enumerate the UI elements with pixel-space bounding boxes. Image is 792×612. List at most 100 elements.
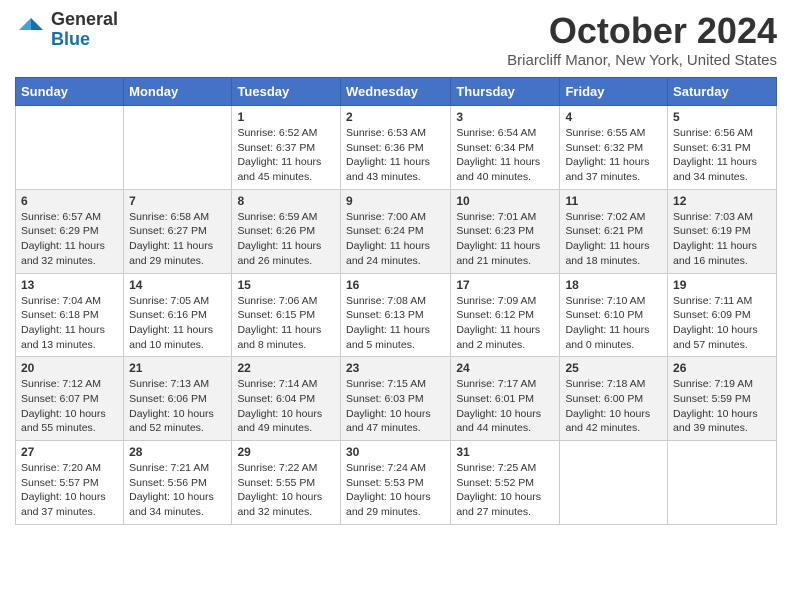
day-number: 29 bbox=[237, 445, 335, 459]
day-number: 28 bbox=[129, 445, 226, 459]
day-info: Sunrise: 7:12 AM Sunset: 6:07 PM Dayligh… bbox=[21, 377, 118, 436]
calendar-cell bbox=[124, 106, 232, 190]
title-block: October 2024 Briarcliff Manor, New York,… bbox=[507, 10, 777, 69]
weekday-header-wednesday: Wednesday bbox=[340, 78, 450, 106]
week-row-3: 13 Sunrise: 7:04 AM Sunset: 6:18 PM Dayli… bbox=[16, 273, 777, 357]
logo-blue: Blue bbox=[51, 30, 118, 50]
weekday-header-monday: Monday bbox=[124, 78, 232, 106]
week-row-1: 1Sunrise: 6:52 AM Sunset: 6:37 PM Daylig… bbox=[16, 106, 777, 190]
day-number: 15 bbox=[237, 278, 335, 292]
calendar-cell: 13 Sunrise: 7:04 AM Sunset: 6:18 PM Dayli… bbox=[16, 273, 124, 357]
logo-general: General bbox=[51, 10, 118, 30]
calendar-cell: 1Sunrise: 6:52 AM Sunset: 6:37 PM Daylig… bbox=[232, 106, 341, 190]
day-number: 16 bbox=[346, 278, 445, 292]
day-number: 10 bbox=[456, 194, 554, 208]
day-info: Sunrise: 7:15 AM Sunset: 6:03 PM Dayligh… bbox=[346, 377, 445, 436]
day-info: Sunrise: 6:54 AM Sunset: 6:34 PM Dayligh… bbox=[456, 126, 554, 185]
calendar-cell bbox=[16, 106, 124, 190]
day-number: 7 bbox=[129, 194, 226, 208]
calendar-cell: 19 Sunrise: 7:11 AM Sunset: 6:09 PM Dayli… bbox=[668, 273, 777, 357]
day-number: 5 bbox=[673, 110, 771, 124]
calendar-cell bbox=[560, 441, 668, 525]
day-number: 14 bbox=[129, 278, 226, 292]
calendar-cell: 30 Sunrise: 7:24 AM Sunset: 5:53 PM Dayli… bbox=[340, 441, 450, 525]
day-info: Sunrise: 6:58 AM Sunset: 6:27 PM Dayligh… bbox=[129, 210, 226, 269]
weekday-header-sunday: Sunday bbox=[16, 78, 124, 106]
weekday-header-friday: Friday bbox=[560, 78, 668, 106]
calendar-cell: 16 Sunrise: 7:08 AM Sunset: 6:13 PM Dayli… bbox=[340, 273, 450, 357]
day-number: 12 bbox=[673, 194, 771, 208]
day-info: Sunrise: 7:03 AM Sunset: 6:19 PM Dayligh… bbox=[673, 210, 771, 269]
logo-icon bbox=[15, 14, 47, 46]
calendar-cell: 18Sunrise: 7:10 AM Sunset: 6:10 PM Dayli… bbox=[560, 273, 668, 357]
calendar-cell: 29Sunrise: 7:22 AM Sunset: 5:55 PM Dayli… bbox=[232, 441, 341, 525]
calendar-cell: 17Sunrise: 7:09 AM Sunset: 6:12 PM Dayli… bbox=[451, 273, 560, 357]
day-info: Sunrise: 7:11 AM Sunset: 6:09 PM Dayligh… bbox=[673, 294, 771, 353]
day-number: 19 bbox=[673, 278, 771, 292]
calendar-cell: 20 Sunrise: 7:12 AM Sunset: 6:07 PM Dayli… bbox=[16, 357, 124, 441]
location-title: Briarcliff Manor, New York, United State… bbox=[507, 52, 777, 69]
calendar-cell: 9Sunrise: 7:00 AM Sunset: 6:24 PM Daylig… bbox=[340, 189, 450, 273]
day-number: 23 bbox=[346, 361, 445, 375]
day-number: 9 bbox=[346, 194, 445, 208]
calendar-cell: 26Sunrise: 7:19 AM Sunset: 5:59 PM Dayli… bbox=[668, 357, 777, 441]
page-header: General Blue October 2024 Briarcliff Man… bbox=[15, 10, 777, 69]
weekday-header-tuesday: Tuesday bbox=[232, 78, 341, 106]
day-number: 20 bbox=[21, 361, 118, 375]
day-number: 2 bbox=[346, 110, 445, 124]
day-info: Sunrise: 7:04 AM Sunset: 6:18 PM Dayligh… bbox=[21, 294, 118, 353]
calendar-cell: 11Sunrise: 7:02 AM Sunset: 6:21 PM Dayli… bbox=[560, 189, 668, 273]
day-number: 22 bbox=[237, 361, 335, 375]
day-info: Sunrise: 7:19 AM Sunset: 5:59 PM Dayligh… bbox=[673, 377, 771, 436]
calendar-cell: 10 Sunrise: 7:01 AM Sunset: 6:23 PM Dayli… bbox=[451, 189, 560, 273]
day-info: Sunrise: 7:08 AM Sunset: 6:13 PM Dayligh… bbox=[346, 294, 445, 353]
day-number: 11 bbox=[565, 194, 662, 208]
day-number: 3 bbox=[456, 110, 554, 124]
calendar-cell: 5 Sunrise: 6:56 AM Sunset: 6:31 PM Daylig… bbox=[668, 106, 777, 190]
day-info: Sunrise: 7:21 AM Sunset: 5:56 PM Dayligh… bbox=[129, 461, 226, 520]
calendar-table: SundayMondayTuesdayWednesdayThursdayFrid… bbox=[15, 77, 777, 525]
day-info: Sunrise: 7:06 AM Sunset: 6:15 PM Dayligh… bbox=[237, 294, 335, 353]
calendar-cell: 24Sunrise: 7:17 AM Sunset: 6:01 PM Dayli… bbox=[451, 357, 560, 441]
day-info: Sunrise: 7:13 AM Sunset: 6:06 PM Dayligh… bbox=[129, 377, 226, 436]
weekday-header-saturday: Saturday bbox=[668, 78, 777, 106]
day-number: 4 bbox=[565, 110, 662, 124]
logo: General Blue bbox=[15, 10, 118, 50]
calendar-cell: 4Sunrise: 6:55 AM Sunset: 6:32 PM Daylig… bbox=[560, 106, 668, 190]
calendar-cell: 8 Sunrise: 6:59 AM Sunset: 6:26 PM Daylig… bbox=[232, 189, 341, 273]
week-row-5: 27Sunrise: 7:20 AM Sunset: 5:57 PM Dayli… bbox=[16, 441, 777, 525]
day-number: 8 bbox=[237, 194, 335, 208]
calendar-cell: 28 Sunrise: 7:21 AM Sunset: 5:56 PM Dayli… bbox=[124, 441, 232, 525]
weekday-header-thursday: Thursday bbox=[451, 78, 560, 106]
calendar-cell: 3 Sunrise: 6:54 AM Sunset: 6:34 PM Daylig… bbox=[451, 106, 560, 190]
day-info: Sunrise: 6:53 AM Sunset: 6:36 PM Dayligh… bbox=[346, 126, 445, 185]
day-number: 13 bbox=[21, 278, 118, 292]
day-number: 25 bbox=[565, 361, 662, 375]
calendar-cell: 31Sunrise: 7:25 AM Sunset: 5:52 PM Dayli… bbox=[451, 441, 560, 525]
day-info: Sunrise: 7:01 AM Sunset: 6:23 PM Dayligh… bbox=[456, 210, 554, 269]
day-info: Sunrise: 7:09 AM Sunset: 6:12 PM Dayligh… bbox=[456, 294, 554, 353]
calendar-cell: 25 Sunrise: 7:18 AM Sunset: 6:00 PM Dayli… bbox=[560, 357, 668, 441]
calendar-cell: 27Sunrise: 7:20 AM Sunset: 5:57 PM Dayli… bbox=[16, 441, 124, 525]
day-info: Sunrise: 7:05 AM Sunset: 6:16 PM Dayligh… bbox=[129, 294, 226, 353]
calendar-cell bbox=[668, 441, 777, 525]
week-row-2: 6Sunrise: 6:57 AM Sunset: 6:29 PM Daylig… bbox=[16, 189, 777, 273]
calendar-cell: 14 Sunrise: 7:05 AM Sunset: 6:16 PM Dayli… bbox=[124, 273, 232, 357]
day-info: Sunrise: 7:14 AM Sunset: 6:04 PM Dayligh… bbox=[237, 377, 335, 436]
day-info: Sunrise: 7:24 AM Sunset: 5:53 PM Dayligh… bbox=[346, 461, 445, 520]
day-number: 24 bbox=[456, 361, 554, 375]
calendar-cell: 22 Sunrise: 7:14 AM Sunset: 6:04 PM Dayli… bbox=[232, 357, 341, 441]
day-number: 30 bbox=[346, 445, 445, 459]
day-info: Sunrise: 7:18 AM Sunset: 6:00 PM Dayligh… bbox=[565, 377, 662, 436]
day-info: Sunrise: 6:59 AM Sunset: 6:26 PM Dayligh… bbox=[237, 210, 335, 269]
day-info: Sunrise: 6:52 AM Sunset: 6:37 PM Dayligh… bbox=[237, 126, 335, 185]
calendar-cell: 21Sunrise: 7:13 AM Sunset: 6:06 PM Dayli… bbox=[124, 357, 232, 441]
day-info: Sunrise: 7:10 AM Sunset: 6:10 PM Dayligh… bbox=[565, 294, 662, 353]
week-row-4: 20 Sunrise: 7:12 AM Sunset: 6:07 PM Dayli… bbox=[16, 357, 777, 441]
logo-text: General Blue bbox=[51, 10, 118, 50]
day-number: 6 bbox=[21, 194, 118, 208]
calendar-cell: 15 Sunrise: 7:06 AM Sunset: 6:15 PM Dayli… bbox=[232, 273, 341, 357]
day-info: Sunrise: 6:56 AM Sunset: 6:31 PM Dayligh… bbox=[673, 126, 771, 185]
calendar-cell: 7 Sunrise: 6:58 AM Sunset: 6:27 PM Daylig… bbox=[124, 189, 232, 273]
calendar-cell: 2 Sunrise: 6:53 AM Sunset: 6:36 PM Daylig… bbox=[340, 106, 450, 190]
